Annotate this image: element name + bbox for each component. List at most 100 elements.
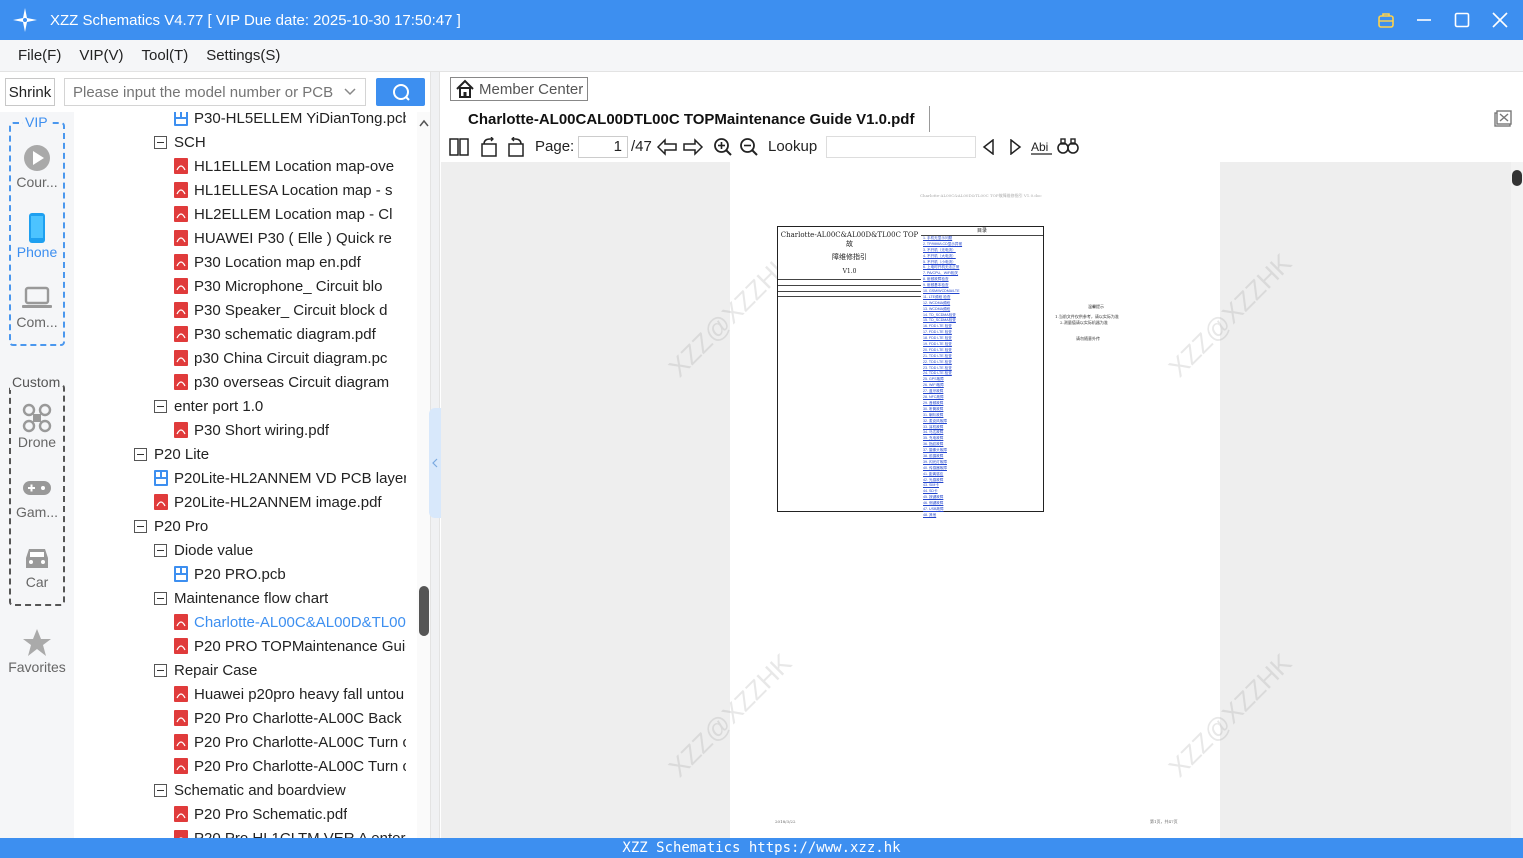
doc-title-line2: 障维修指引 — [832, 253, 867, 261]
tree-file[interactable]: p30 overseas Circuit diagram — [174, 370, 406, 394]
collapse-toggle-icon[interactable] — [154, 663, 167, 677]
pcb-file-icon — [174, 566, 188, 582]
tree-file[interactable]: P30 Microphone_ Circuit blo — [174, 274, 406, 298]
tree-item-label: P20 PRO.pcb — [194, 565, 286, 583]
tree-folder[interactable]: P20 Pro — [134, 514, 406, 538]
vip-bag-icon[interactable] — [1373, 7, 1399, 33]
model-tree[interactable]: P30-HL5ELLEM YiDianTong.pcb SCH HL1ELLEM L… — [74, 112, 430, 838]
tree-scroll-thumb[interactable] — [419, 586, 429, 636]
tree-item-label: Charlotte-AL00C&AL00D&TL00 — [194, 613, 406, 631]
tree-file[interactable]: HUAWEI P30 ( Elle ) Quick re — [174, 226, 406, 250]
doc-toc-entry[interactable]: 48. 其他 — [921, 513, 1043, 519]
tree-file[interactable]: P30 Location map en.pdf — [174, 250, 406, 274]
page-number-input[interactable]: 1 — [578, 136, 628, 158]
tree-item-label: p30 overseas Circuit diagram — [194, 373, 390, 391]
next-page-icon[interactable] — [682, 137, 704, 157]
rail-item-computer[interactable]: Com... — [0, 282, 74, 330]
tree-file[interactable]: HL2ELLEM Location map - Cl — [174, 202, 406, 226]
previous-page-icon[interactable] — [656, 137, 678, 157]
tree-file[interactable]: P20 Pro Charlotte-AL00C Turn c — [174, 754, 406, 778]
close-button[interactable] — [1487, 7, 1513, 33]
find-next-icon[interactable] — [1004, 137, 1026, 157]
rail-item-phone[interactable]: Phone — [0, 212, 74, 260]
zoom-in-icon[interactable] — [712, 137, 734, 157]
find-previous-icon[interactable] — [978, 137, 1000, 157]
tree-file[interactable]: P20 Pro Charlotte-AL00C Back c — [174, 706, 406, 730]
tree-item-label: P30 Microphone_ Circuit blo — [194, 277, 383, 295]
shrink-button[interactable]: Shrink — [5, 78, 55, 106]
tree-file[interactable]: p30 China Circuit diagram.pc — [174, 346, 406, 370]
close-tab-icon[interactable] — [1494, 110, 1512, 133]
search-button[interactable] — [376, 78, 425, 106]
tree-file[interactable]: Huawei p20pro heavy fall untou — [174, 682, 406, 706]
rail-item-drone[interactable]: Drone — [0, 402, 74, 450]
minimize-button[interactable] — [1411, 7, 1437, 33]
tree-item-label: P20 Pro Charlotte-AL00C Back c — [194, 709, 406, 727]
doc-toc-box: 目录 1. 手机无显示问题 2. TP/MMI/LCD显示异常 3. 不开机（无电流… — [921, 226, 1044, 517]
doc-cover-box: Charlotte-AL00C&AL00D&TL00C TOP故 障维修指引 V… — [777, 226, 922, 512]
collapse-toggle-icon[interactable] — [154, 591, 167, 605]
tree-folder[interactable]: P20 Lite — [134, 442, 406, 466]
window-title: XZZ Schematics V4.77 [ VIP Due date: 202… — [50, 11, 461, 29]
menu-tool[interactable]: Tool(T) — [142, 47, 189, 64]
tree-file[interactable]: P20 Pro Schematic.pdf — [174, 802, 406, 826]
match-case-icon[interactable]: Abi — [1031, 137, 1053, 157]
find-all-icon[interactable] — [1057, 137, 1079, 157]
viewer-scrollbar[interactable] — [1511, 162, 1523, 838]
model-search-combo[interactable] — [64, 78, 366, 106]
tree-file[interactable]: P20 Pro Charlotte-AL00C Turn c — [174, 730, 406, 754]
tree-file[interactable]: HL1ELLEM Location map-ove — [174, 154, 406, 178]
rail-item-car[interactable]: Car — [0, 542, 74, 590]
member-center-button[interactable]: Member Center — [450, 77, 588, 101]
tree-folder[interactable]: Repair Case — [154, 658, 406, 682]
tree-file[interactable]: P30 Short wiring.pdf — [174, 418, 406, 442]
collapse-toggle-icon[interactable] — [134, 519, 147, 533]
collapse-toggle-icon[interactable] — [154, 783, 167, 797]
menu-vip[interactable]: VIP(V) — [79, 47, 123, 64]
menu-settings[interactable]: Settings(S) — [206, 47, 280, 64]
tree-folder[interactable]: Maintenance flow chart — [154, 586, 406, 610]
tree-file[interactable]: P30 Speaker_ Circuit block d — [174, 298, 406, 322]
tree-folder[interactable]: enter port 1.0 — [154, 394, 406, 418]
maximize-button[interactable] — [1449, 7, 1475, 33]
tree-item-label: HL1ELLESA Location map - s — [194, 181, 393, 199]
two-page-view-icon[interactable] — [448, 137, 470, 157]
app-logo-icon — [12, 7, 38, 33]
tree-file[interactable]: P20 Pro HL1CLTM VER A enter — [174, 826, 406, 838]
collapse-toggle-icon[interactable] — [154, 135, 167, 149]
collapse-toggle-icon[interactable] — [154, 399, 167, 413]
tree-item-label: Repair Case — [174, 661, 258, 679]
tree-file[interactable]: P30 schematic diagram.pdf — [174, 322, 406, 346]
viewer-scroll-thumb[interactable] — [1512, 170, 1522, 186]
tree-folder[interactable]: Schematic and boardview — [154, 778, 406, 802]
pdf-file-icon — [174, 806, 188, 822]
tree-file[interactable]: P20Lite-HL2ANNEM VD PCB layer.j — [154, 466, 406, 490]
rotate-right-icon[interactable] — [505, 137, 527, 157]
chevron-down-icon[interactable] — [343, 85, 357, 104]
pdf-file-icon — [174, 182, 188, 198]
tree-file[interactable]: Charlotte-AL00C&AL00D&TL00 — [174, 610, 406, 634]
rail-item-games[interactable]: Gam... — [0, 472, 74, 520]
zoom-out-icon[interactable] — [738, 137, 760, 157]
tree-file[interactable]: HL1ELLESA Location map - s — [174, 178, 406, 202]
rotate-left-icon[interactable] — [478, 137, 500, 157]
collapse-toggle-icon[interactable] — [154, 543, 167, 557]
rail-item-label: Cour... — [16, 174, 58, 190]
tree-file[interactable]: P20 PRO TOPMaintenance Guic — [174, 634, 406, 658]
rail-item-courses[interactable]: Cour... — [0, 142, 74, 190]
tree-folder[interactable]: SCH — [154, 130, 406, 154]
menu-file[interactable]: File(F) — [18, 47, 61, 64]
tree-file[interactable]: P20 PRO.pcb — [174, 562, 406, 586]
tree-file[interactable]: P20Lite-HL2ANNEM image.pdf — [154, 490, 406, 514]
tree-item-label: P30 Speaker_ Circuit block d — [194, 301, 388, 319]
document-tab[interactable]: Charlotte-AL00CAL00DTL00C TOPMaintenance… — [450, 106, 930, 132]
collapse-handle[interactable] — [429, 408, 441, 518]
scroll-up-icon[interactable] — [419, 114, 429, 132]
lookup-input[interactable] — [826, 136, 976, 158]
collapse-toggle-icon[interactable] — [134, 447, 147, 461]
tree-folder[interactable]: Diode value — [154, 538, 406, 562]
model-search-input[interactable] — [65, 79, 335, 105]
rail-item-favorites[interactable]: Favorites — [0, 627, 74, 675]
pdf-file-icon — [174, 614, 188, 630]
tree-file[interactable]: P30-HL5ELLEM YiDianTong.pcb — [174, 112, 406, 130]
